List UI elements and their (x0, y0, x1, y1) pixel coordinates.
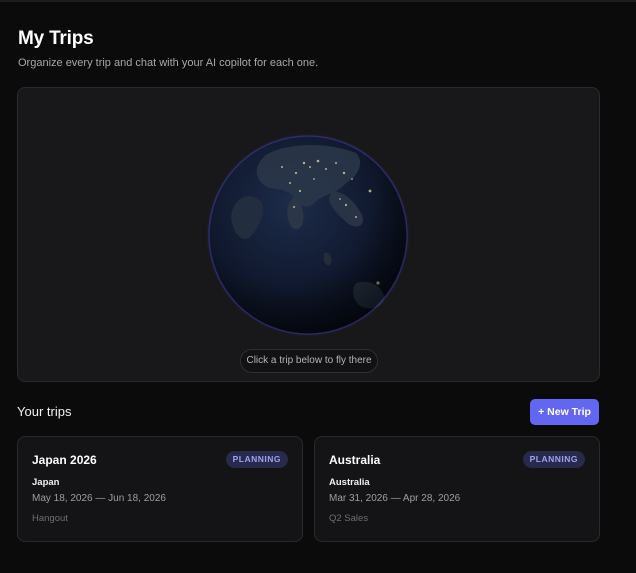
trip-destination: Japan (32, 477, 60, 488)
your-trips-heading: Your trips (17, 404, 72, 419)
trip-destination: Australia (329, 477, 370, 488)
trip-name: Australia (329, 453, 381, 467)
page-title: My Trips (18, 28, 94, 49)
page-subtitle: Organize every trip and chat with your A… (18, 57, 319, 69)
trip-tag: Q2 Sales (329, 513, 369, 524)
trip-card-australia[interactable]: Australia PLANNING Australia Mar 31, 202… (314, 436, 600, 542)
trip-name: Japan 2026 (32, 453, 97, 467)
trip-dates: May 18, 2026 — Jun 18, 2026 (32, 493, 166, 504)
fly-hint: Click a trip below to fly there (240, 349, 378, 373)
globe[interactable] (206, 133, 410, 337)
status-badge: PLANNING (225, 451, 288, 468)
trip-dates: Mar 31, 2026 — Apr 28, 2026 (329, 493, 461, 504)
top-divider (0, 0, 636, 2)
new-trip-button[interactable]: + New Trip (530, 399, 599, 425)
trip-tag: Hangout (32, 513, 68, 524)
globe-icon (206, 133, 410, 337)
trip-card-japan-2026[interactable]: Japan 2026 PLANNING Japan May 18, 2026 —… (17, 436, 303, 542)
status-badge: PLANNING (522, 451, 585, 468)
globe-panel[interactable]: Click a trip below to fly there (17, 87, 600, 382)
